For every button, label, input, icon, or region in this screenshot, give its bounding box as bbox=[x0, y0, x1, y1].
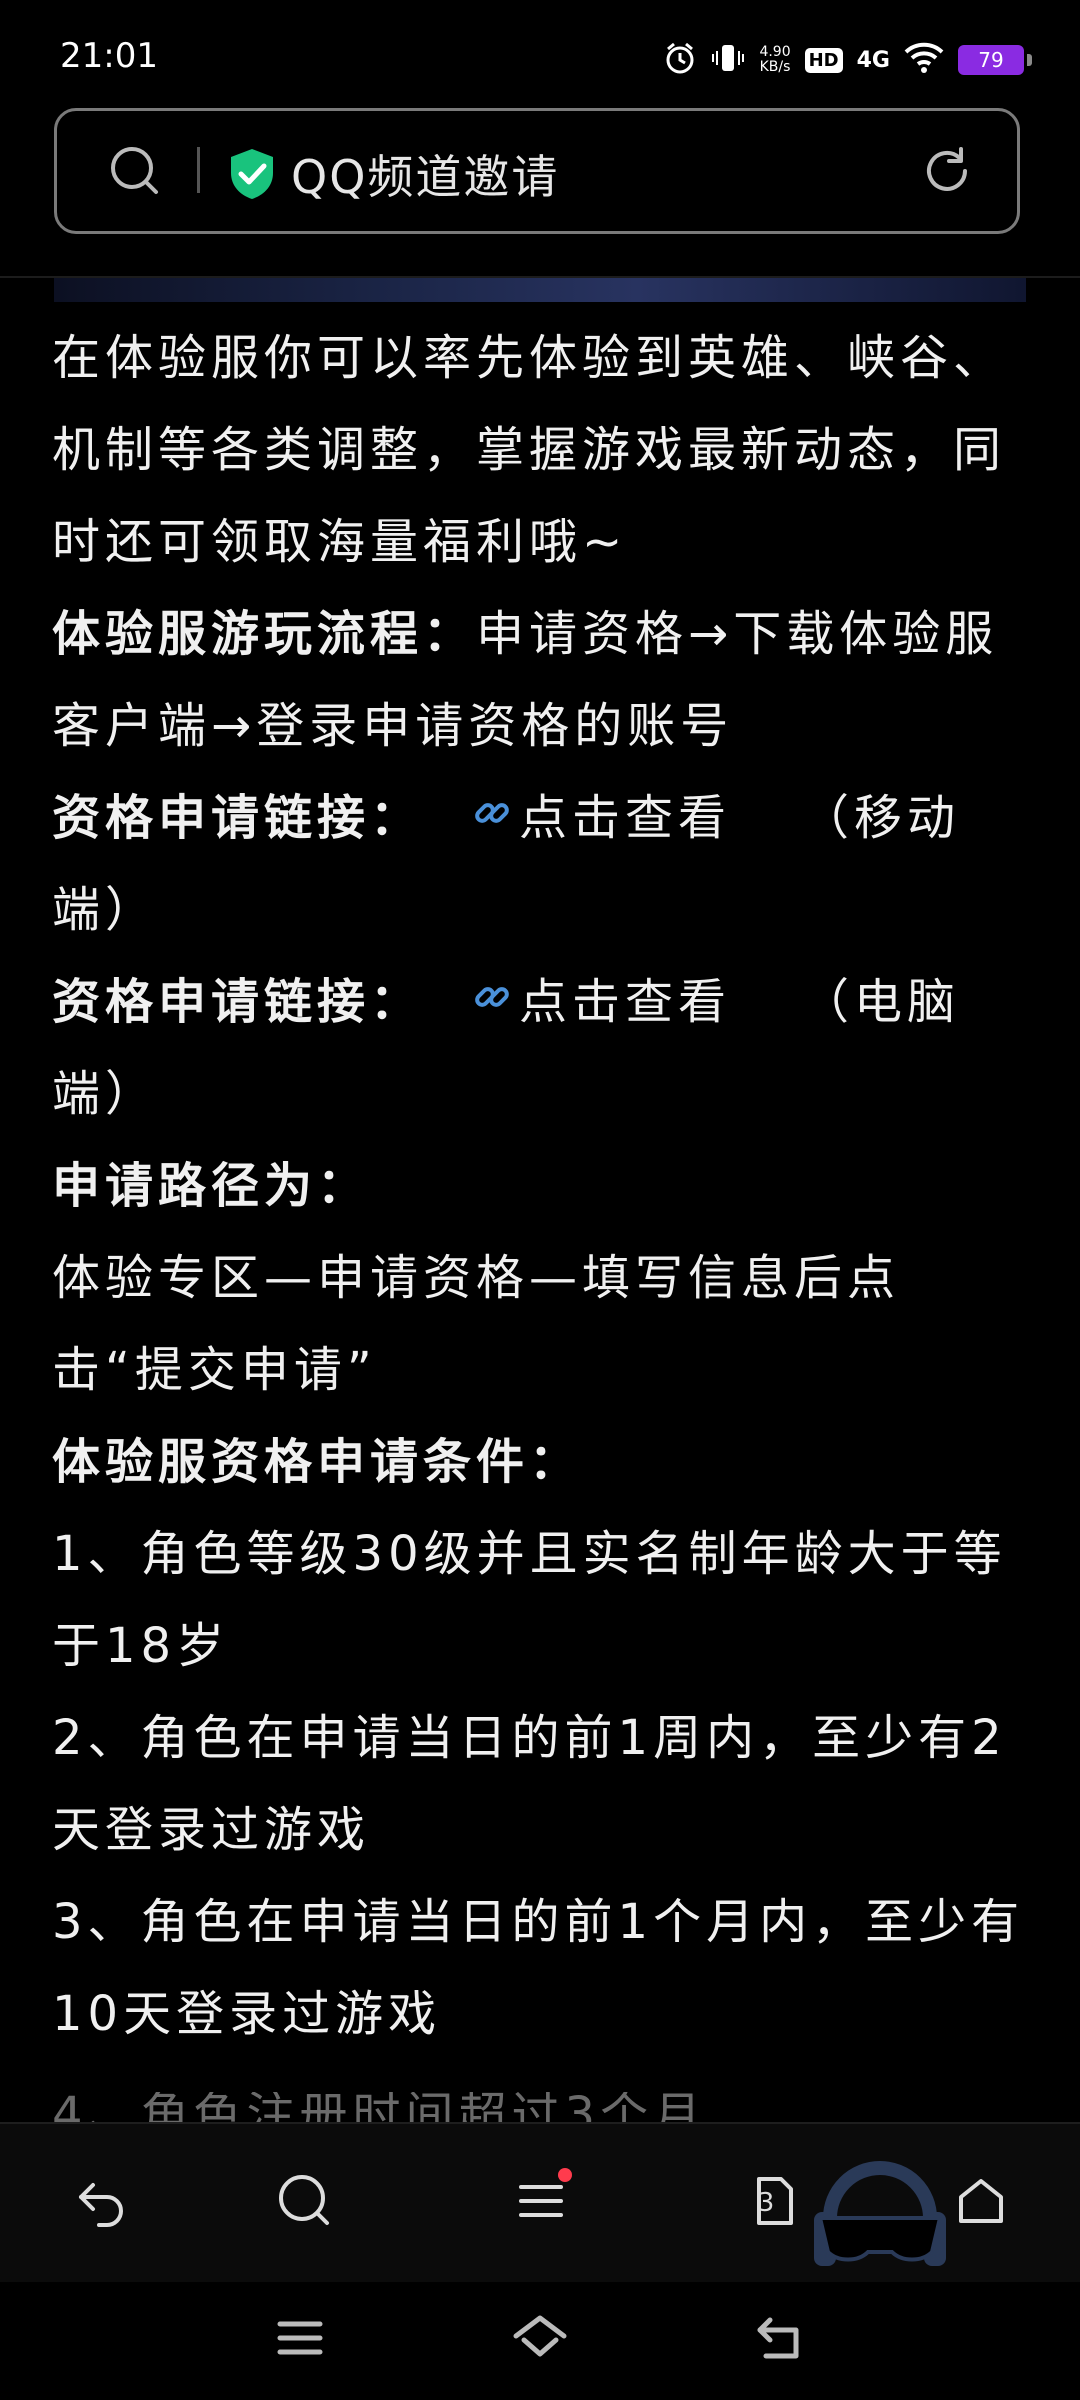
home-icon bbox=[953, 2173, 1009, 2233]
address-bar[interactable]: QQ频道邀请 bbox=[54, 108, 1020, 234]
condition-item: 1、角色等级30级并且实名制年龄大于等于18岁 bbox=[52, 1526, 1007, 1674]
search-icon bbox=[275, 2171, 335, 2235]
tabs-button[interactable]: 3 bbox=[740, 2168, 810, 2238]
article-content: 在体验服你可以率先体验到英雄、峡谷、机制等各类调整，掌握游戏最新动态，同时还可领… bbox=[52, 312, 1032, 2060]
net-speed-value: 4.90 bbox=[759, 44, 791, 60]
banner-image-strip bbox=[54, 278, 1026, 302]
flow-paragraph: 体验服游玩流程：申请资格→下载体验服客户端→登录申请资格的账号 bbox=[52, 588, 1032, 772]
flow-label: 体验服游玩流程： bbox=[52, 606, 477, 662]
recent-apps-icon bbox=[274, 2316, 326, 2364]
tab-count: 3 bbox=[757, 2188, 775, 2218]
system-back-button[interactable] bbox=[750, 2312, 810, 2368]
back-arrow-icon bbox=[71, 2171, 131, 2235]
path-label: 申请路径为： bbox=[52, 1158, 371, 1214]
system-home-button[interactable] bbox=[510, 2312, 570, 2368]
system-nav-bar bbox=[0, 2282, 1080, 2400]
menu-button[interactable] bbox=[506, 2168, 576, 2238]
net-speed: 4.90 KB/s bbox=[759, 45, 790, 75]
apply-link-pc: 资格申请链接： 点击查看 （电脑端） bbox=[52, 956, 1032, 1140]
apply-link-mobile: 资格申请链接： 点击查看 （移动端） bbox=[52, 772, 1032, 956]
shield-check-icon bbox=[227, 147, 277, 205]
link-icon bbox=[471, 956, 513, 1048]
link-icon bbox=[471, 772, 513, 864]
net-speed-unit: KB/s bbox=[759, 59, 791, 75]
floating-mascot[interactable] bbox=[810, 2158, 950, 2278]
battery-indicator: 79 bbox=[958, 45, 1032, 75]
hd-badge: HD bbox=[804, 47, 843, 73]
status-bar: 21:01 4.90 KB/s HD 4G 79 bbox=[0, 0, 1080, 108]
path-text: 体验专区—申请资格—填写信息后点击“提交申请” bbox=[52, 1250, 901, 1398]
address-divider bbox=[197, 147, 200, 193]
apply-link-label-mobile: 资格申请链接： bbox=[52, 790, 424, 846]
path-heading: 申请路径为： bbox=[52, 1140, 1032, 1232]
cellular-signal: 4G bbox=[856, 47, 890, 73]
condition-item: 2、角色在申请当日的前1周内，至少有2天登录过游戏 bbox=[52, 1710, 1007, 1858]
link-text-mobile[interactable]: 点击查看 bbox=[519, 772, 731, 864]
link-mobile[interactable]: 点击查看 bbox=[471, 772, 731, 864]
status-icons: 4.90 KB/s HD 4G 79 bbox=[663, 38, 1032, 82]
vibrate-icon bbox=[711, 41, 745, 79]
menu-icon bbox=[513, 2173, 569, 2233]
page-title[interactable]: QQ频道邀请 bbox=[291, 141, 559, 207]
system-home-icon bbox=[510, 2312, 570, 2368]
system-back-icon bbox=[752, 2314, 808, 2366]
home-button[interactable] bbox=[946, 2168, 1016, 2238]
condition-item: 3、角色在申请当日的前1个月内，至少有10天登录过游戏 bbox=[52, 1894, 1025, 2042]
link-text-pc[interactable]: 点击查看 bbox=[519, 956, 731, 1048]
recent-apps-button[interactable] bbox=[270, 2312, 330, 2368]
partial-condition-item: 4、角色注册时间超过3个月 bbox=[52, 2092, 707, 2122]
wifi-icon bbox=[904, 42, 944, 78]
conditions-label: 体验服资格申请条件： bbox=[52, 1434, 583, 1490]
back-button[interactable] bbox=[66, 2168, 136, 2238]
intro-paragraph: 在体验服你可以率先体验到英雄、峡谷、机制等各类调整，掌握游戏最新动态，同时还可领… bbox=[52, 330, 1007, 570]
battery-level: 79 bbox=[978, 48, 1004, 72]
link-pc[interactable]: 点击查看 bbox=[471, 956, 731, 1048]
search-icon[interactable] bbox=[107, 143, 163, 203]
notification-dot bbox=[558, 2168, 572, 2182]
apply-link-label-pc: 资格申请链接： bbox=[52, 974, 424, 1030]
status-time: 21:01 bbox=[60, 36, 158, 76]
alarm-icon bbox=[663, 41, 697, 79]
refresh-icon[interactable] bbox=[919, 143, 975, 203]
conditions-heading: 体验服资格申请条件： bbox=[52, 1416, 1032, 1508]
search-button[interactable] bbox=[270, 2168, 340, 2238]
